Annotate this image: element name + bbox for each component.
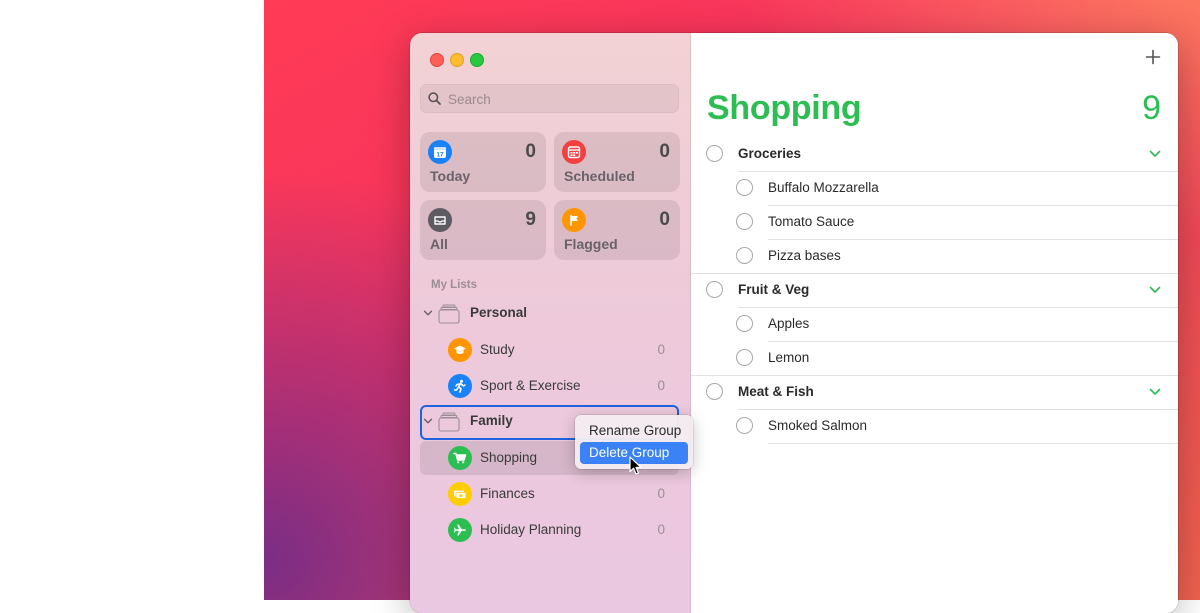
smart-list-all[interactable]: 9 All	[420, 200, 546, 260]
cart-icon	[448, 446, 472, 470]
chevron-down-icon[interactable]	[423, 416, 433, 426]
chevron-down-icon[interactable]	[1149, 387, 1161, 397]
today-label: Today	[430, 168, 471, 184]
list-item-sport-exercise[interactable]: Sport & Exercise 0	[420, 369, 679, 403]
reminders-window: 17 0 Today 0 Scheduled	[410, 33, 1178, 613]
minimize-window-button[interactable]	[450, 53, 464, 67]
chevron-down-icon[interactable]	[423, 308, 433, 318]
list-name: Shopping	[480, 450, 538, 465]
reminder-title[interactable]: Smoked Salmon	[768, 418, 867, 433]
list-detail-pane: Shopping 9 Groceries Buffalo Mozzarella …	[691, 33, 1178, 613]
reminder-item[interactable]: Lemon	[691, 341, 1178, 375]
chevron-down-icon[interactable]	[1149, 149, 1161, 159]
running-figure-icon	[448, 374, 472, 398]
smart-list-flagged[interactable]: 0 Flagged	[554, 200, 680, 260]
airplane-icon	[448, 518, 472, 542]
section-checkbox[interactable]	[706, 383, 723, 400]
search-icon	[428, 92, 441, 105]
group-name: Family	[470, 413, 513, 428]
tray-icon	[428, 208, 452, 232]
reminder-item[interactable]: Smoked Salmon	[691, 409, 1178, 443]
graduation-cap-icon	[448, 338, 472, 362]
chevron-down-icon[interactable]	[1149, 285, 1161, 295]
mouse-pointer-icon	[629, 456, 642, 475]
list-item-holiday-planning[interactable]: Holiday Planning 0	[420, 513, 679, 547]
close-window-button[interactable]	[430, 53, 444, 67]
section-checkbox[interactable]	[706, 145, 723, 162]
add-reminder-plus-icon[interactable]	[1145, 49, 1161, 65]
list-item-study[interactable]: Study 0	[420, 333, 679, 367]
zoom-window-button[interactable]	[470, 53, 484, 67]
reminder-checkbox[interactable]	[736, 179, 753, 196]
smart-list-scheduled[interactable]: 0 Scheduled	[554, 132, 680, 192]
money-icon	[448, 482, 472, 506]
flagged-label: Flagged	[564, 236, 618, 252]
section-groceries[interactable]: Groceries	[691, 137, 1178, 171]
today-count: 0	[525, 141, 536, 162]
list-name: Holiday Planning	[480, 522, 582, 537]
folder-stack-icon	[438, 412, 460, 432]
all-count: 9	[525, 209, 536, 230]
reminder-checkbox[interactable]	[736, 247, 753, 264]
flagged-count: 0	[659, 209, 670, 230]
my-lists-heading: My Lists	[431, 279, 478, 291]
list-name: Sport & Exercise	[480, 378, 581, 393]
reminder-title[interactable]: Pizza bases	[768, 248, 841, 263]
reminder-checkbox[interactable]	[736, 315, 753, 332]
reminder-title[interactable]: Buffalo Mozzarella	[768, 180, 879, 195]
list-total-count: 9	[1142, 89, 1161, 127]
list-count: 0	[657, 522, 665, 537]
group-personal[interactable]: Personal	[420, 297, 679, 331]
folder-stack-icon	[438, 304, 460, 324]
section-fruit-veg[interactable]: Fruit & Veg	[691, 273, 1178, 307]
today-day-number: 17	[436, 152, 444, 159]
reminder-item[interactable]: Apples	[691, 307, 1178, 341]
reminder-title[interactable]: Tomato Sauce	[768, 214, 854, 229]
reminder-checkbox[interactable]	[736, 349, 753, 366]
menu-item-label: Rename Group	[589, 423, 682, 438]
list-name: Finances	[480, 486, 535, 501]
reminder-item[interactable]: Tomato Sauce	[691, 205, 1178, 239]
reminder-checkbox[interactable]	[736, 417, 753, 434]
flag-icon	[562, 208, 586, 232]
list-title[interactable]: Shopping	[707, 89, 862, 128]
divider	[768, 443, 1178, 444]
reminder-title[interactable]: Lemon	[768, 350, 809, 365]
list-name: Study	[480, 342, 515, 357]
list-count: 0	[657, 378, 665, 393]
scheduled-count: 0	[659, 141, 670, 162]
search-field[interactable]	[420, 84, 679, 115]
section-title: Groceries	[738, 146, 802, 161]
calendar-icon: 17	[428, 140, 452, 164]
all-label: All	[430, 236, 448, 252]
sidebar: 17 0 Today 0 Scheduled	[410, 33, 691, 613]
section-checkbox[interactable]	[706, 281, 723, 298]
menu-item-rename-group[interactable]: Rename Group	[580, 420, 688, 442]
reminder-checkbox[interactable]	[736, 213, 753, 230]
section-meat-fish[interactable]: Meat & Fish	[691, 375, 1178, 409]
search-input[interactable]	[446, 84, 670, 115]
list-count: 0	[657, 486, 665, 501]
reminder-item[interactable]: Buffalo Mozzarella	[691, 171, 1178, 205]
smart-list-today[interactable]: 17 0 Today	[420, 132, 546, 192]
section-title: Fruit & Veg	[738, 282, 810, 297]
scheduled-label: Scheduled	[564, 168, 635, 184]
section-title: Meat & Fish	[738, 384, 814, 399]
list-count: 0	[657, 342, 665, 357]
reminder-item[interactable]: Pizza bases	[691, 239, 1178, 273]
list-item-finances[interactable]: Finances 0	[420, 477, 679, 511]
calendar-grid-icon	[562, 140, 586, 164]
group-name: Personal	[470, 305, 528, 320]
reminder-title[interactable]: Apples	[768, 316, 809, 331]
